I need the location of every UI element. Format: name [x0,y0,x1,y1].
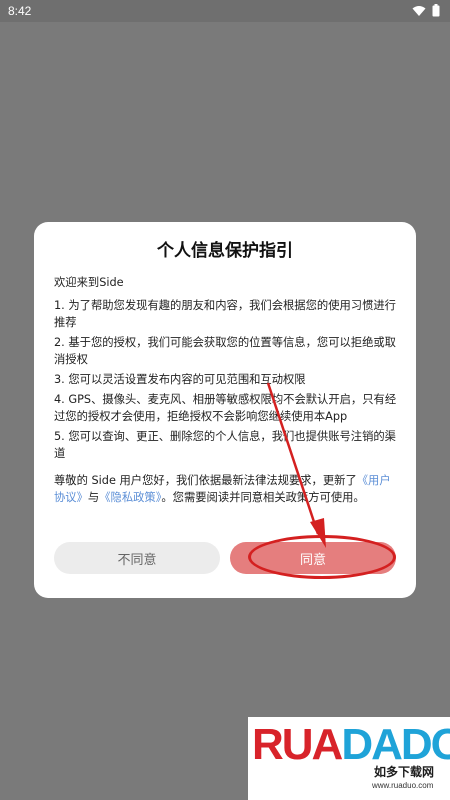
policy-item: 1. 为了帮助您发现有趣的朋友和内容，我们会根据您的使用习惯进行推荐 [54,299,396,329]
notice-and: 与 [87,491,100,504]
privacy-policy-link[interactable]: 《隐私政策》 [99,491,161,504]
update-notice: 尊敬的 Side 用户您好，我们依据最新法律法规要求，更新了《用户协议》与《隐私… [54,472,400,506]
watermark: RUADADO 如多下载网 www.ruaduo.com [248,717,450,800]
battery-icon [432,4,440,17]
status-bar: 8:42 [0,0,450,22]
policy-item: 4. GPS、摄像头、麦克风、相册等敏感权限均不会默认开启，只有经过您的授权才会… [54,393,397,423]
highlight-ellipse [248,535,396,579]
status-icons [412,4,440,17]
policy-item: 3. 您可以灵活设置发布内容的可见范围和互动权限 [54,373,306,386]
disagree-button[interactable]: 不同意 [54,542,220,574]
notice-suffix: 。您需要阅读并同意相关政策方可使用。 [161,491,365,504]
policy-item: 5. 您可以查询、更正、删除您的个人信息，我们也提供账号注销的渠道 [54,430,396,460]
welcome-text: 欢迎来到Side [54,276,124,289]
notice-prefix: 尊敬的 Side 用户您好，我们依据最新法律法规要求，更新了 [54,474,357,487]
dialog-title: 个人信息保护指引 [157,241,293,261]
watermark-cn-text: 如多下载网 [374,765,435,779]
watermark-url: www.ruaduo.com [372,781,434,790]
wifi-icon [412,5,426,17]
policy-item: 2. 基于您的授权，我们可能会获取您的位置等信息，您可以拒绝或取消授权 [54,336,396,366]
status-time: 8:42 [8,4,32,18]
dialog-body: 欢迎来到Side 1. 为了帮助您发现有趣的朋友和内容，我们会根据您的使用习惯进… [54,274,400,506]
